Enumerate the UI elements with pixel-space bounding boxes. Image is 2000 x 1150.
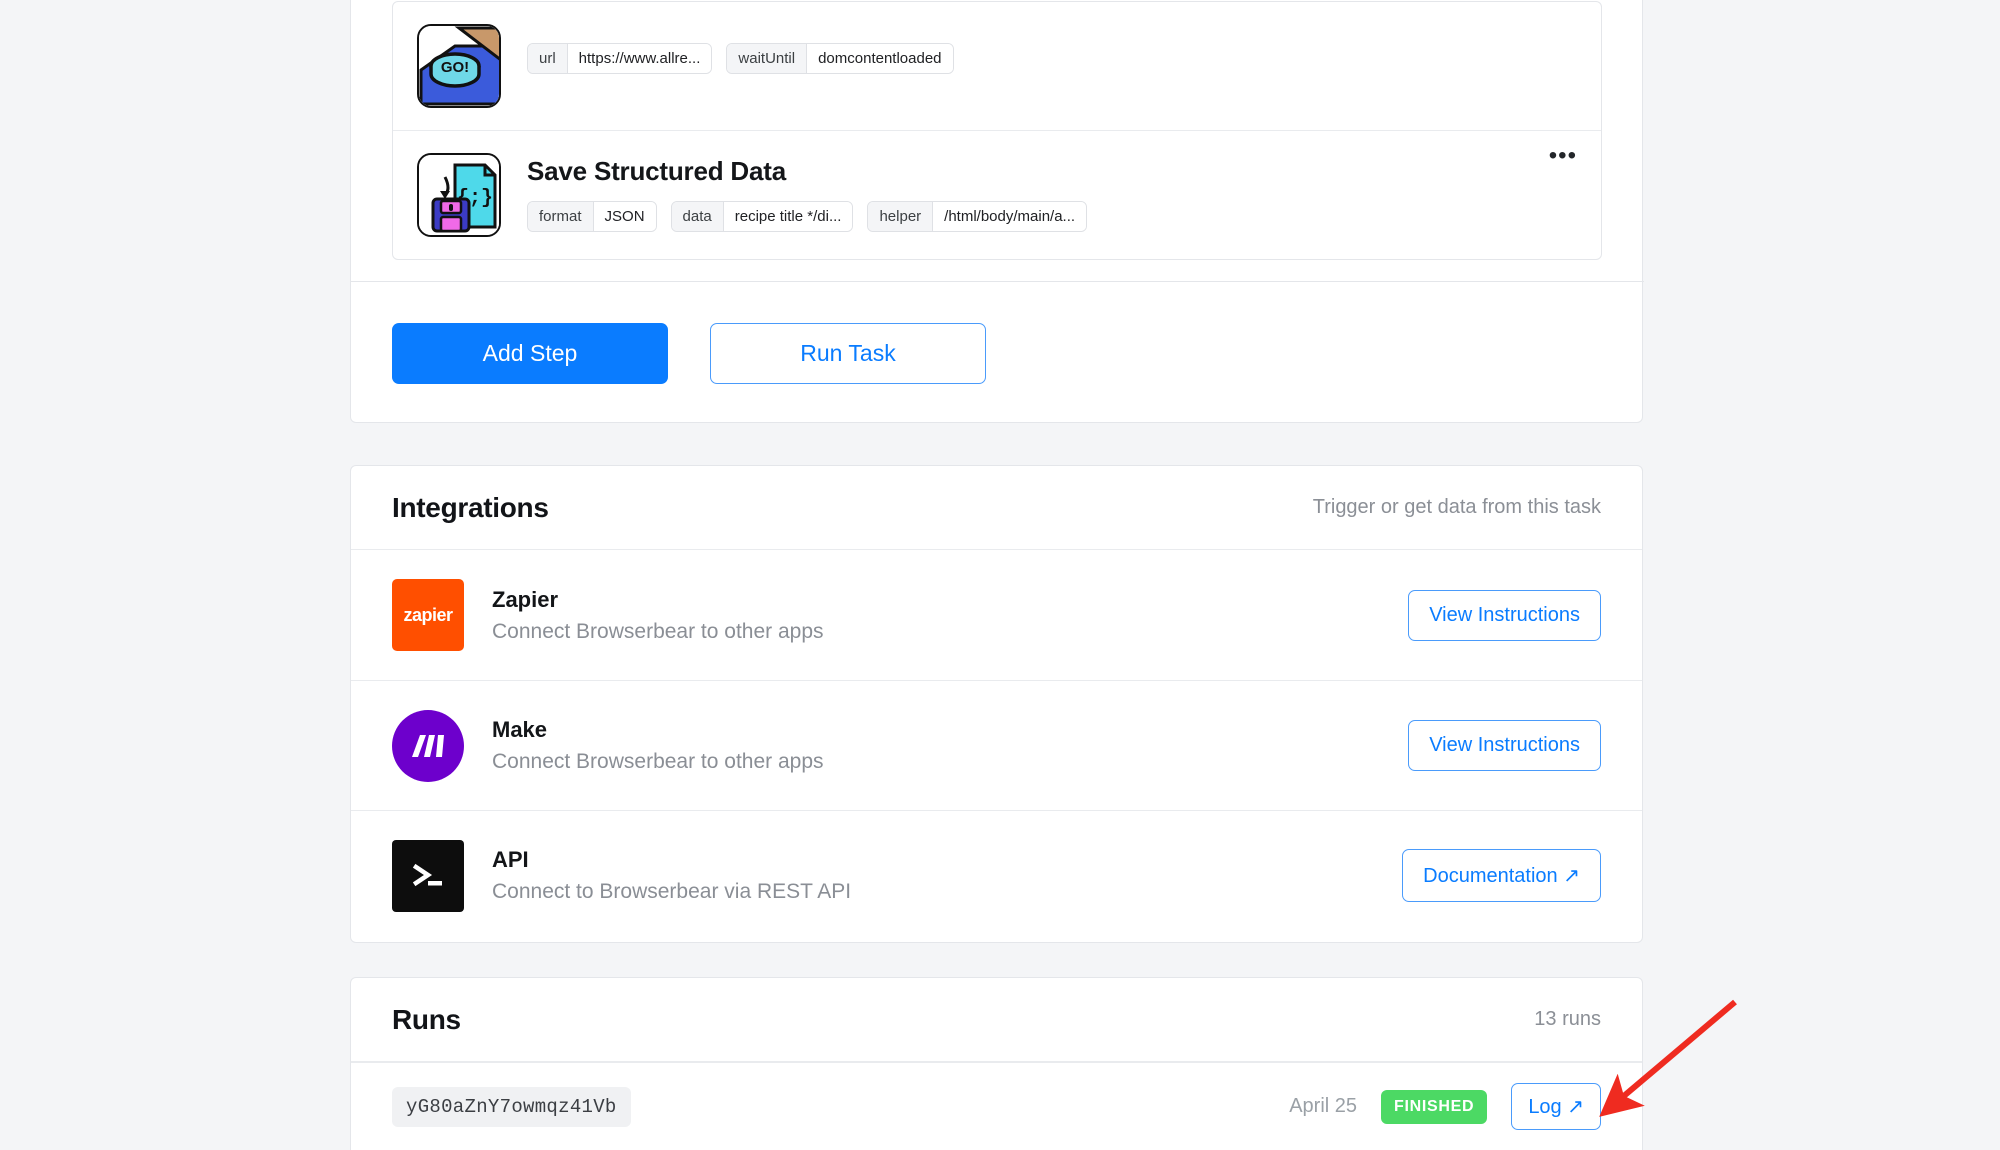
run-meta: April 25 FINISHED Log ↗ [1289,1083,1601,1130]
integration-row-make: Make Connect Browserbear to other apps V… [351,680,1642,810]
task-steps-card: GO! url https://www.allre... waitUntil d… [350,0,1644,424]
integrations-header: Integrations Trigger or get data from th… [351,466,1642,550]
param-chip[interactable]: format JSON [527,200,657,232]
runs-header: Runs 13 runs [351,978,1642,1062]
documentation-button[interactable]: Documentation ↗ [1402,849,1601,902]
integration-description: Connect to Browserbear via REST API [492,880,852,903]
integration-name: Make [492,717,548,742]
param-chip[interactable]: waitUntil domcontentloaded [726,43,954,74]
step-body: url https://www.allre... waitUntil domco… [527,24,1575,74]
status-badge: FINISHED [1381,1089,1488,1124]
steps-list: GO! url https://www.allre... waitUntil d… [392,1,1602,260]
param-chip[interactable]: data recipe title */di... [670,200,854,232]
terminal-prompt-icon [412,863,442,886]
integration-row-api: API Connect to Browserbear via REST API … [351,810,1642,940]
table-row[interactable]: yG80aZnY7owmqz41Vb April 25 FINISHED Log… [351,1062,1642,1150]
add-step-button[interactable]: Add Step [392,322,668,384]
runs-count: 13 runs [1534,1008,1601,1030]
param-key: url [528,44,568,73]
param-value: https://www.allre... [567,44,712,73]
make-glyph-icon [412,734,444,757]
step-params: url https://www.allre... waitUntil domco… [527,43,1575,74]
run-task-button[interactable]: Run Task [710,322,986,384]
zapier-wordmark: zapier [392,579,464,651]
param-key: format [528,201,594,231]
integration-name: Zapier [492,586,559,612]
zapier-logo-icon: zapier [392,579,464,651]
integration-text: Make Connect Browserbear to other apps [492,717,1408,774]
step-params: format JSON data recipe title */di... he… [527,200,1575,232]
runs-card: Runs 13 runs yG80aZnY7owmqz41Vb April 25… [350,977,1643,1150]
param-chip[interactable]: helper /html/body/main/a... [867,200,1088,232]
svg-text:GO!: GO! [441,59,469,76]
param-value: /html/body/main/a... [933,201,1087,231]
view-instructions-button-zapier[interactable]: View Instructions [1408,589,1601,641]
terminal-mark [392,839,464,912]
make-mark [392,709,464,782]
param-value: domcontentloaded [807,44,953,73]
integration-description: Connect Browserbear to other apps [492,619,824,643]
integration-name: API [492,847,529,872]
param-key: data [671,201,724,231]
param-value: recipe title */di... [723,201,853,231]
integration-row-zapier: zapier Zapier Connect Browserbear to oth… [351,550,1642,680]
go-button-icon: GO! [417,24,501,108]
integration-text: API Connect to Browserbear via REST API [492,847,1402,904]
runs-title: Runs [392,1003,461,1035]
integration-text: Zapier Connect Browserbear to other apps [492,587,1408,644]
integrations-card: Integrations Trigger or get data from th… [350,465,1643,943]
page-root: GO! url https://www.allre... waitUntil d… [0,0,2000,1150]
task-actions-bar: Add Step Run Task [351,281,1644,424]
run-id: yG80aZnY7owmqz41Vb [392,1086,631,1127]
view-instructions-button-make[interactable]: View Instructions [1408,720,1601,771]
step-body: Save Structured Data format JSON data re… [527,153,1575,232]
step-title: Save Structured Data [527,156,786,186]
integration-description: Connect Browserbear to other apps [492,750,824,773]
param-value: JSON [593,201,656,231]
param-key: helper [868,201,934,231]
param-chip[interactable]: url https://www.allre... [527,43,713,74]
param-key: waitUntil [727,44,808,73]
step-overflow-menu-icon[interactable]: ••• [1549,144,1577,168]
log-button[interactable]: Log ↗ [1511,1083,1601,1130]
make-logo-icon [392,709,464,782]
run-date: April 25 [1289,1095,1358,1117]
integrations-title: Integrations [392,491,549,523]
step-row[interactable]: {;} Save Structured Data format JSON dat… [393,130,1601,259]
step-row[interactable]: GO! url https://www.allre... waitUntil d… [393,2,1601,130]
api-terminal-logo-icon [392,839,464,912]
integrations-subtitle: Trigger or get data from this task [1312,496,1601,518]
save-structured-data-icon: {;} [417,153,501,237]
